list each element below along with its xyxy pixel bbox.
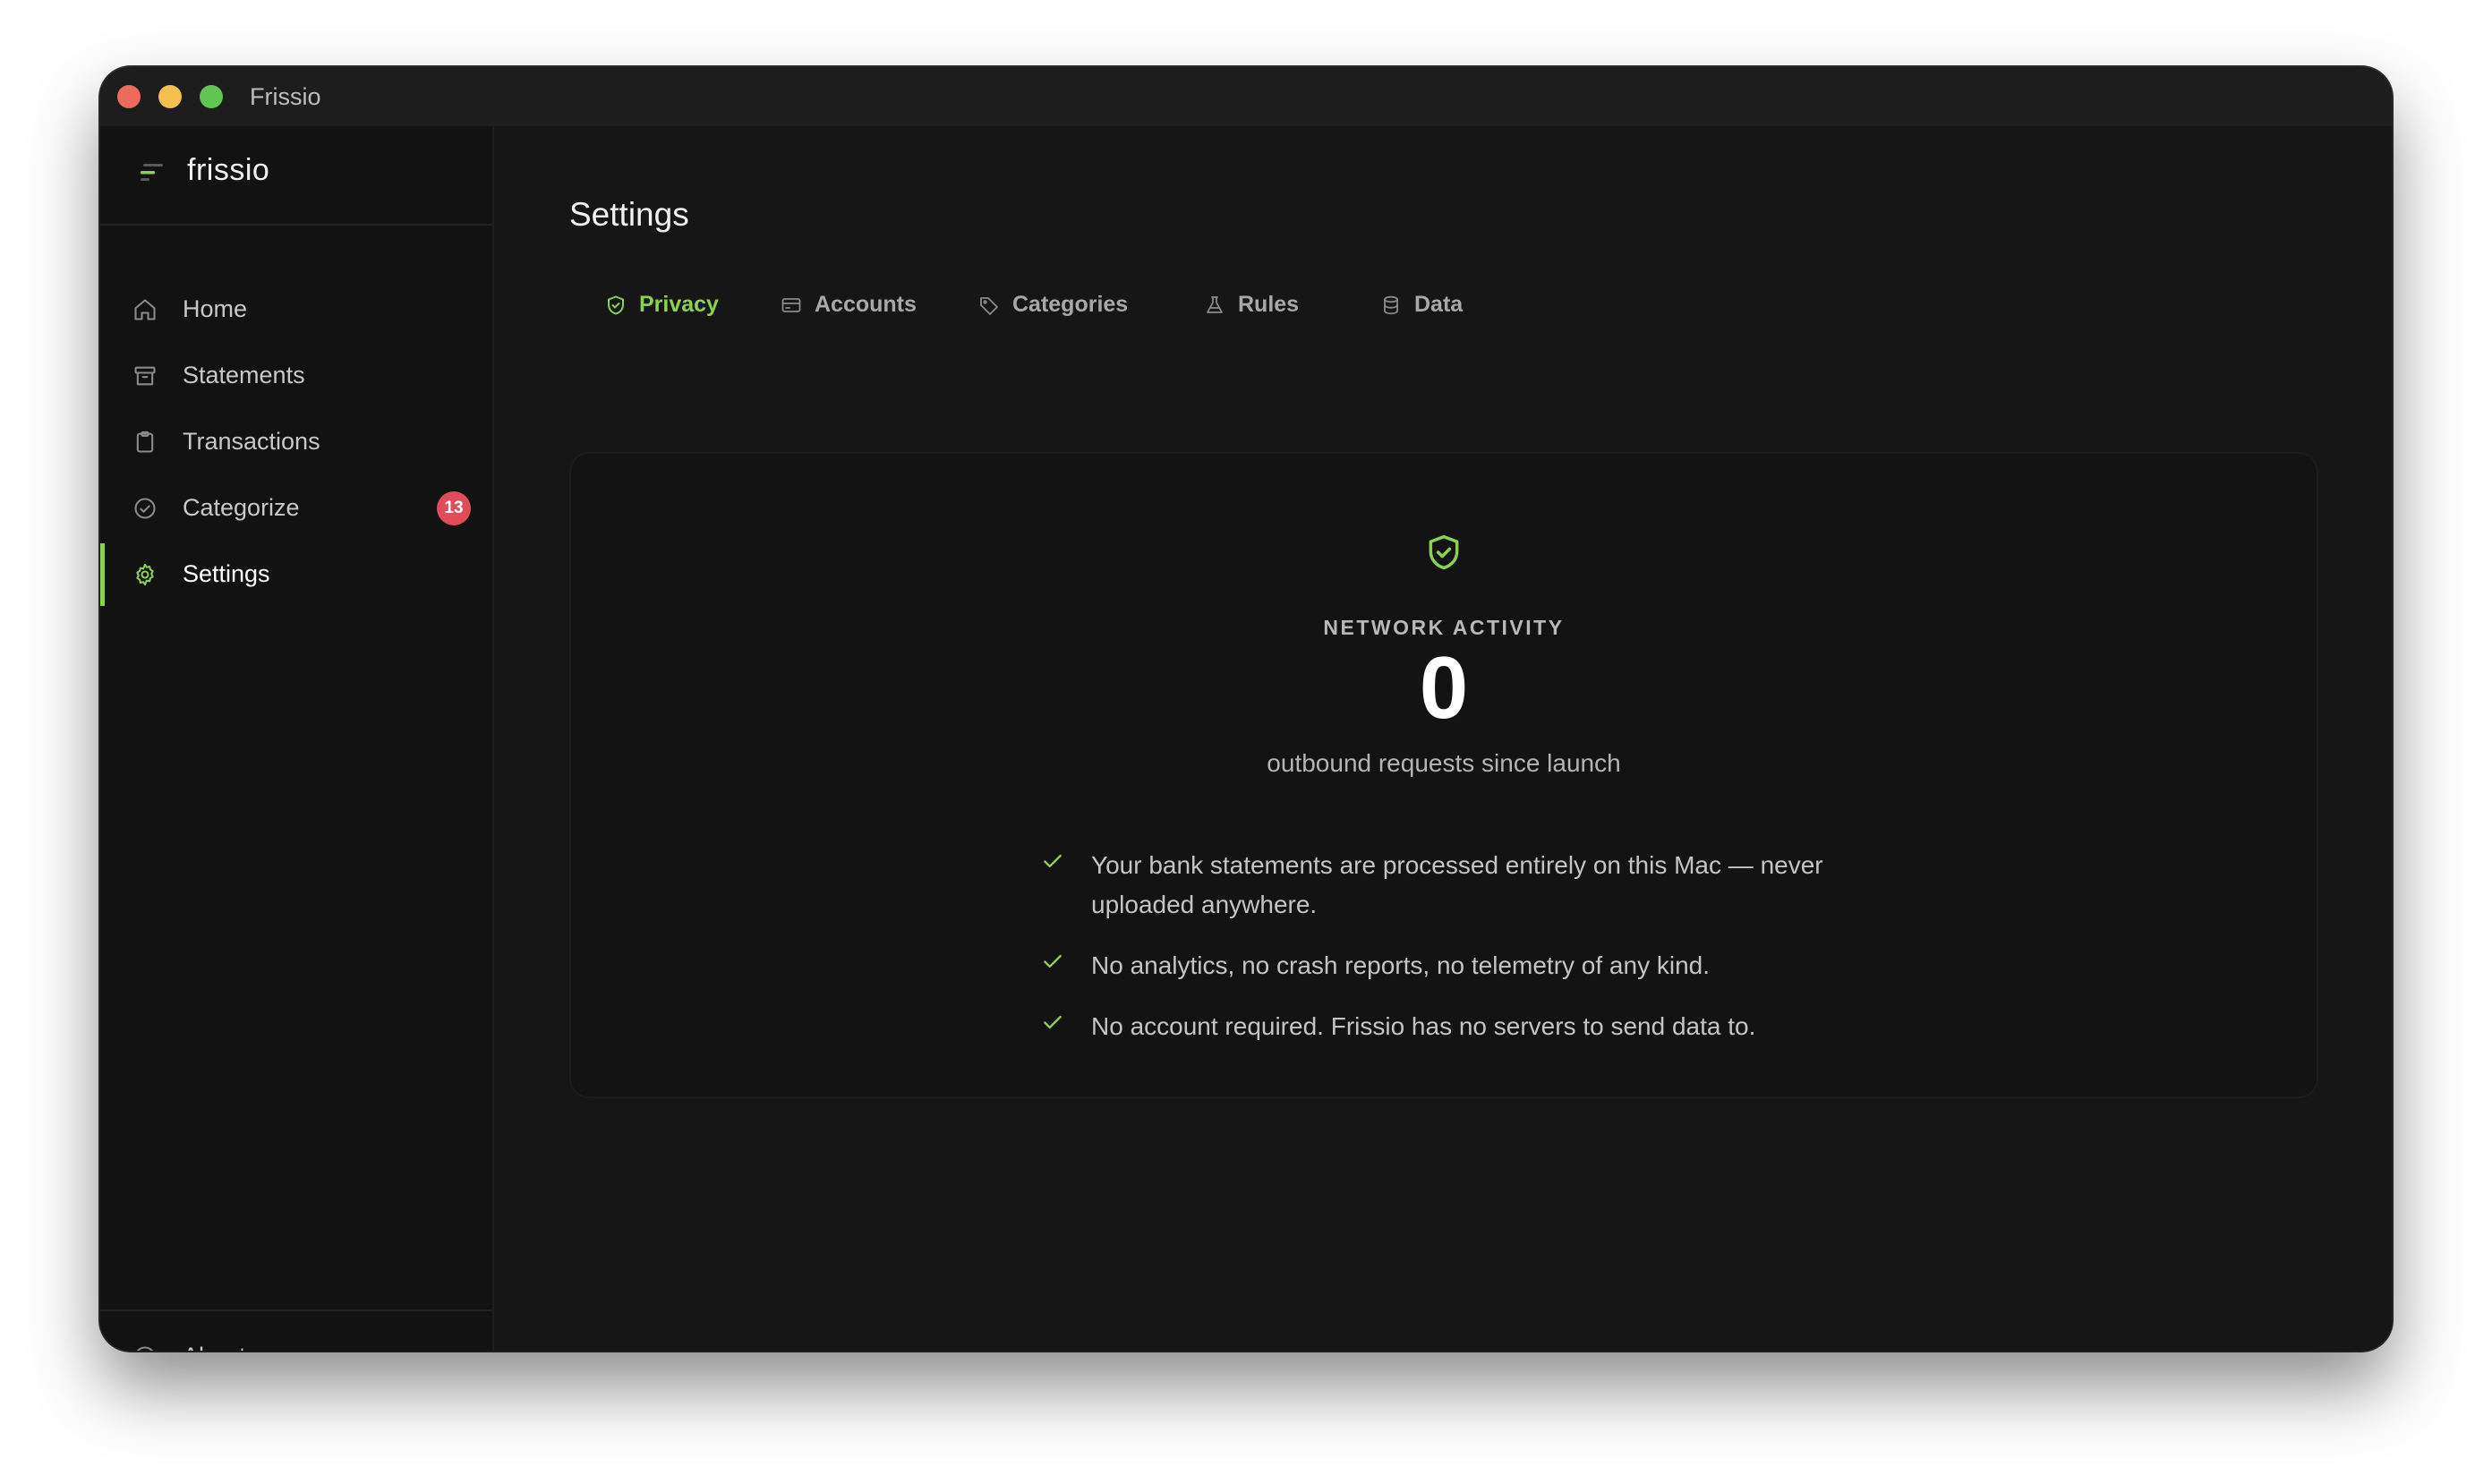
tab-rules[interactable]: Rules bbox=[1204, 278, 1311, 332]
sidebar-item-label: Home bbox=[183, 295, 248, 322]
sidebar-item-label: Transactions bbox=[183, 428, 320, 455]
archive-icon bbox=[134, 366, 156, 386]
sidebar-item-about[interactable]: About bbox=[100, 1326, 492, 1351]
window-title: Frissio bbox=[250, 83, 321, 110]
check-icon bbox=[1044, 954, 1062, 968]
clipboard-icon bbox=[136, 431, 154, 453]
home-icon bbox=[134, 299, 156, 320]
shield-check-icon bbox=[608, 295, 624, 315]
main-content: Settings Privacy Accounts Categories Rul… bbox=[494, 126, 2392, 1351]
sidebar-item-label: Settings bbox=[183, 560, 270, 587]
sidebar-item-home[interactable]: Home bbox=[100, 278, 492, 341]
brand-name: frissio bbox=[187, 153, 270, 187]
sidebar-item-label: Categorize bbox=[183, 494, 300, 521]
network-activity-caption: outbound requests since launch bbox=[1267, 749, 1621, 777]
flask-icon bbox=[1207, 296, 1223, 313]
check-icon bbox=[1044, 1015, 1062, 1029]
info-icon bbox=[136, 1346, 154, 1351]
sidebar: frissio Home Statements Transactions Cat… bbox=[100, 126, 494, 1351]
sidebar-item-categorize[interactable]: Categorize 13 bbox=[100, 477, 492, 540]
check-icon bbox=[1044, 854, 1062, 868]
tab-label: Categories bbox=[1012, 292, 1129, 317]
brand-logo-icon bbox=[141, 164, 163, 181]
active-indicator bbox=[100, 543, 105, 606]
database-icon bbox=[1384, 295, 1398, 315]
sidebar-item-settings[interactable]: Settings bbox=[100, 543, 492, 606]
gear-icon bbox=[136, 563, 154, 586]
tab-categories[interactable]: Categories bbox=[978, 278, 1148, 332]
sidebar-item-statements[interactable]: Statements bbox=[100, 345, 492, 407]
tab-label: Rules bbox=[1238, 292, 1300, 317]
page-title: Settings bbox=[569, 196, 689, 233]
privacy-point-text: No account required. Frissio has no serv… bbox=[1091, 1012, 1756, 1040]
credit-card-icon bbox=[781, 298, 801, 312]
count-badge: 13 bbox=[437, 491, 471, 525]
network-request-count: 0 bbox=[1419, 638, 1469, 737]
tab-accounts[interactable]: Accounts bbox=[781, 278, 924, 332]
shield-check-icon bbox=[1429, 534, 1459, 570]
sidebar-item-label: Statements bbox=[183, 362, 305, 388]
title-bar: Frissio bbox=[100, 67, 2392, 126]
tab-label: Data bbox=[1414, 292, 1464, 317]
sidebar-footer-divider bbox=[100, 1309, 492, 1311]
close-window-button[interactable] bbox=[117, 85, 141, 108]
sidebar-item-label: About bbox=[183, 1343, 246, 1351]
tab-label: Accounts bbox=[815, 292, 917, 317]
tab-label: Privacy bbox=[639, 292, 719, 317]
privacy-point-text: No analytics, no crash reports, no telem… bbox=[1091, 951, 1710, 979]
app-window: Frissio frissio Home Statements Transact… bbox=[100, 67, 2392, 1351]
brand-header: frissio bbox=[100, 126, 492, 226]
tag-icon bbox=[980, 297, 998, 315]
sidebar-item-transactions[interactable]: Transactions bbox=[100, 411, 492, 473]
check-circle-icon bbox=[134, 498, 156, 519]
zoom-window-button[interactable] bbox=[200, 85, 223, 108]
network-activity-heading: NETWORK ACTIVITY bbox=[1323, 616, 1565, 639]
privacy-card: NETWORK ACTIVITY 0 outbound requests sin… bbox=[569, 452, 2318, 1098]
tab-privacy[interactable]: Privacy bbox=[605, 278, 721, 332]
privacy-point-text: Your bank statements are processed entir… bbox=[1091, 851, 1823, 918]
minimize-window-button[interactable] bbox=[158, 85, 182, 108]
tab-data[interactable]: Data bbox=[1380, 278, 1479, 332]
